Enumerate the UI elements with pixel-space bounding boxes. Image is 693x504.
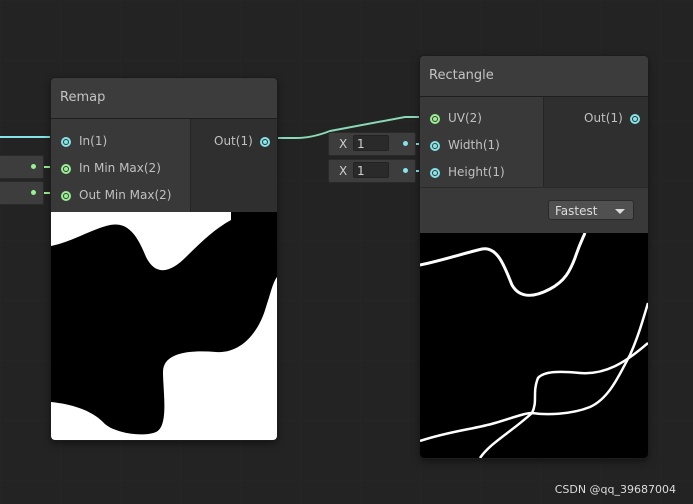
remap-port-in[interactable]: In(1) (61, 131, 107, 151)
rectangle-ports: UV(2) Width(1) Height(1) Out(1) (420, 97, 648, 187)
port-in-icon (61, 137, 71, 147)
remap-preview-image (51, 212, 277, 440)
height-socket (403, 168, 408, 173)
rect-port-out-icon (630, 114, 640, 124)
remap-title: Remap (51, 78, 277, 119)
out-min-max-field[interactable] (0, 181, 44, 205)
rect-port-height[interactable]: Height(1) (430, 162, 505, 182)
port-in-min-max-icon (61, 164, 71, 174)
quality-dropdown[interactable]: Fastest (548, 200, 634, 220)
remap-preview (51, 212, 277, 440)
rectangle-node[interactable]: Rectangle UV(2) Width(1) Height(1) Out(1… (420, 56, 648, 458)
rectangle-preview (420, 233, 648, 458)
remap-ports: In(1) In Min Max(2) Out Min Max(2) Out(1… (51, 119, 277, 212)
in-min-max-field[interactable] (0, 155, 44, 179)
out-min-max-socket (31, 190, 36, 195)
height-field[interactable]: X 1 (328, 159, 416, 183)
rect-port-out[interactable]: Out(1) (584, 108, 640, 128)
port-height-icon (430, 168, 440, 178)
rect-port-uv[interactable]: UV(2) (430, 108, 482, 128)
in-min-max-socket (31, 164, 36, 169)
watermark: CSDN @qq_39687004 (554, 483, 676, 496)
chevron-down-icon (615, 209, 625, 214)
rectangle-settings: Fastest (420, 187, 648, 233)
width-field[interactable]: X 1 (328, 132, 416, 156)
remap-node[interactable]: Remap In(1) In Min Max(2) Out Min Max(2)… (51, 78, 277, 440)
rectangle-title: Rectangle (420, 56, 648, 97)
port-out-icon (260, 137, 270, 147)
height-value-input[interactable]: 1 (353, 162, 389, 178)
rect-port-width[interactable]: Width(1) (430, 135, 500, 155)
remap-port-out-min-max[interactable]: Out Min Max(2) (61, 185, 171, 205)
width-value-input[interactable]: 1 (353, 135, 389, 151)
rectangle-preview-image (420, 233, 648, 458)
port-out-min-max-icon (61, 191, 71, 201)
port-width-icon (430, 141, 440, 151)
port-uv-icon (430, 114, 440, 124)
width-socket (403, 141, 408, 146)
remap-port-in-min-max[interactable]: In Min Max(2) (61, 158, 161, 178)
remap-port-out[interactable]: Out(1) (214, 131, 270, 151)
